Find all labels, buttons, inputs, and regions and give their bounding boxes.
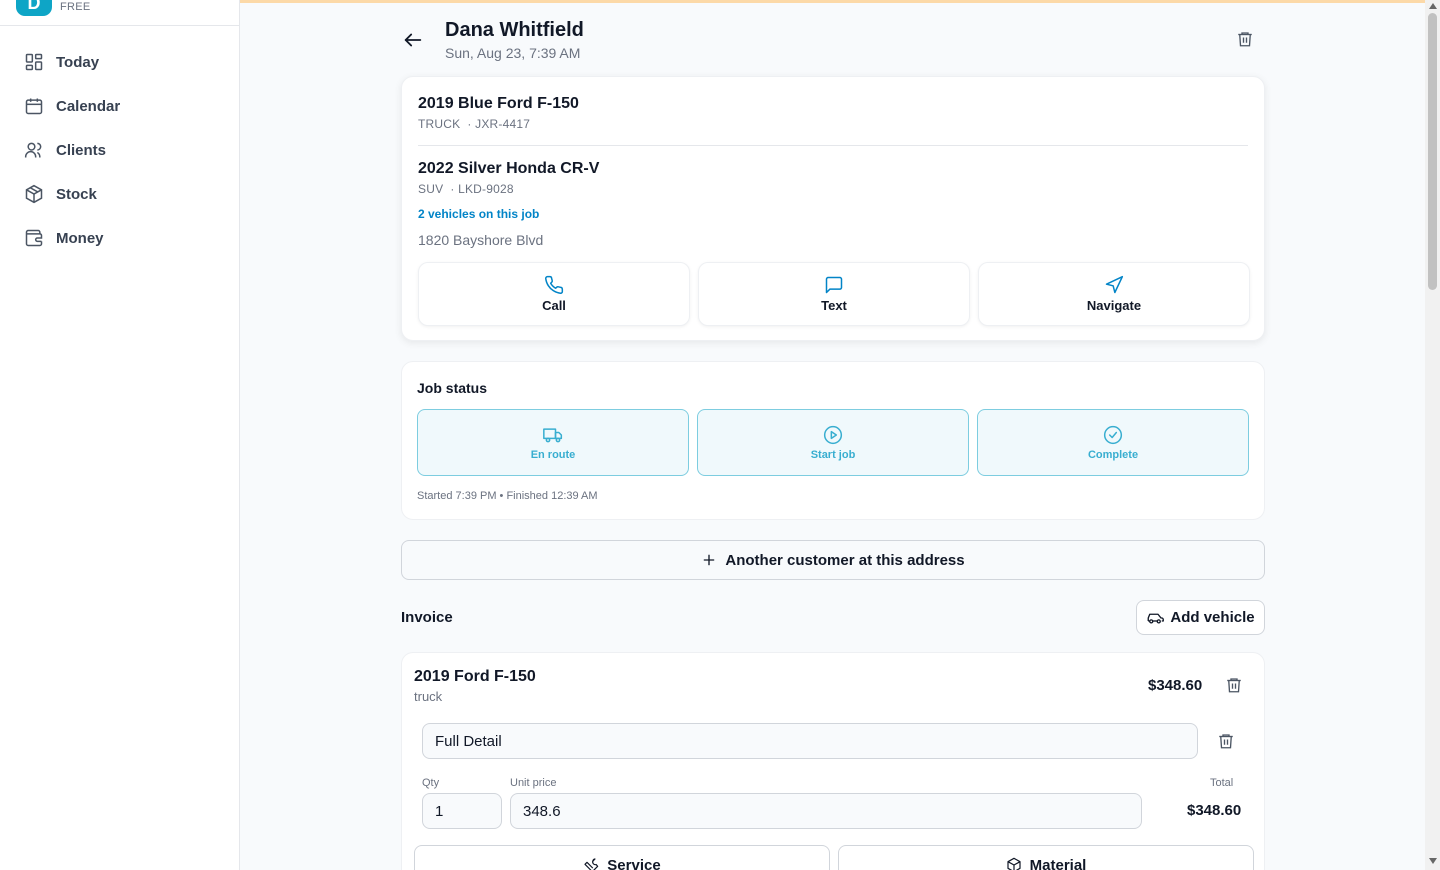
page-scrollbar[interactable]	[1425, 0, 1440, 870]
unit-price-label: Unit price	[510, 777, 557, 789]
sidebar-item-clients[interactable]: Clients	[0, 128, 239, 172]
box-icon	[1006, 857, 1022, 870]
line-item-name-input[interactable]	[422, 723, 1198, 759]
vehicle-meta: TRUCK · JXR-4417	[418, 117, 531, 131]
invoice-vehicle-type: truck	[414, 689, 443, 704]
check-circle-icon	[1103, 425, 1123, 445]
sidebar-item-label: Money	[56, 229, 104, 247]
invoice-vehicle-total: $348.60	[1148, 677, 1203, 694]
invoice-vehicle-title: 2019 Ford F-150	[414, 668, 536, 685]
call-label: Call	[542, 298, 566, 313]
dashboard-icon	[24, 52, 44, 72]
line-total: $348.60	[1187, 802, 1242, 819]
truck-icon	[543, 425, 563, 445]
status-timestamps: Started 7:39 PM • Finished 12:39 AM	[417, 490, 598, 502]
calendar-icon	[24, 96, 44, 116]
users-icon	[24, 140, 44, 160]
vehicle-item[interactable]: 2022 Silver Honda CR-V SUV · LKD-9028	[418, 160, 599, 196]
vehicle-title: 2022 Silver Honda CR-V	[418, 160, 600, 177]
sidebar-item-label: Today	[56, 53, 100, 71]
sidebar-item-label: Calendar	[56, 97, 121, 115]
sidebar: D FREE Today Calendar Clients Stock Mone…	[0, 0, 240, 870]
wrench-icon	[583, 857, 599, 870]
start-job-label: Start job	[810, 448, 856, 461]
vehicle-count-link[interactable]: 2 vehicles on this job	[418, 207, 539, 221]
sidebar-item-calendar[interactable]: Calendar	[0, 84, 239, 128]
navigate-label: Navigate	[1086, 298, 1142, 313]
play-circle-icon	[823, 425, 843, 445]
brand: D FREE	[0, 0, 239, 26]
add-vehicle-label: Add vehicle	[1170, 609, 1255, 626]
another-customer-label: Another customer at this address	[725, 551, 965, 569]
en-route-label: En route	[530, 448, 576, 461]
add-service-button[interactable]: Service	[414, 845, 830, 870]
sidebar-item-label: Stock	[56, 185, 97, 203]
another-customer-button[interactable]: Another customer at this address	[401, 540, 1265, 580]
complete-label: Complete	[1087, 448, 1139, 461]
start-job-button[interactable]: Start job	[697, 409, 969, 476]
sidebar-nav: Today Calendar Clients Stock Money	[0, 26, 239, 260]
job-address: 1820 Bayshore Blvd	[418, 232, 544, 248]
complete-button[interactable]: Complete	[977, 409, 1249, 476]
en-route-button[interactable]: En route	[417, 409, 689, 476]
car-icon	[1146, 609, 1165, 627]
sidebar-item-money[interactable]: Money	[0, 216, 239, 260]
scroll-up-arrow[interactable]	[1429, 3, 1437, 9]
vehicle-item[interactable]: 2019 Blue Ford F-150 TRUCK · JXR-4417	[418, 95, 579, 131]
job-date: Sun, Aug 23, 7:39 AM	[445, 45, 581, 61]
scroll-thumb[interactable]	[1428, 13, 1437, 290]
qty-label: Qty	[422, 777, 440, 789]
plan-badge: FREE	[60, 1, 91, 13]
job-header: Dana Whitfield Sun, Aug 23, 7:39 AM	[400, 0, 1266, 76]
text-button[interactable]: Text	[698, 262, 970, 326]
vehicle-type: SUV	[418, 182, 444, 196]
service-label: Service	[607, 856, 661, 870]
sidebar-item-today[interactable]: Today	[0, 40, 239, 84]
divider	[418, 145, 1248, 146]
page-title: Dana Whitfield	[445, 19, 584, 41]
vehicle-plate: LKD-9028	[458, 182, 514, 196]
trash-icon[interactable]	[1225, 676, 1243, 694]
box-icon	[24, 184, 44, 204]
material-label: Material	[1029, 856, 1087, 870]
vehicle-title: 2019 Blue Ford F-150	[418, 95, 579, 112]
trash-icon[interactable]	[1236, 30, 1254, 48]
status-buttons: En route Start job Complete	[417, 409, 1249, 476]
vehicles-card: 2019 Blue Ford F-150 TRUCK · JXR-4417 20…	[401, 76, 1265, 341]
contact-actions: Call Text Navigate	[418, 262, 1250, 326]
navigate-button[interactable]: Navigate	[978, 262, 1250, 326]
invoice-vehicle-card: 2019 Ford F-150 truck $348.60 Qty Unit p…	[401, 652, 1265, 870]
trash-icon[interactable]	[1217, 732, 1235, 750]
add-vehicle-button[interactable]: Add vehicle	[1136, 600, 1265, 635]
qty-input[interactable]	[422, 793, 502, 829]
plus-icon	[701, 552, 717, 568]
total-label: Total	[1210, 777, 1234, 789]
job-detail: Dana Whitfield Sun, Aug 23, 7:39 AM 2019…	[400, 0, 1266, 870]
brand-logo[interactable]: D	[16, 0, 52, 16]
text-label: Text	[821, 298, 847, 313]
sidebar-item-stock[interactable]: Stock	[0, 172, 239, 216]
vehicle-plate: JXR-4417	[475, 117, 531, 131]
message-icon	[824, 275, 844, 295]
vehicle-meta: SUV · LKD-9028	[418, 182, 514, 196]
back-arrow-icon[interactable]	[402, 29, 424, 51]
phone-icon	[544, 275, 564, 295]
vehicle-type: TRUCK	[418, 117, 461, 131]
section-title: Job status	[417, 380, 488, 396]
call-button[interactable]: Call	[418, 262, 690, 326]
wallet-icon	[24, 228, 44, 248]
sidebar-item-label: Clients	[56, 141, 107, 159]
invoice-title: Invoice	[401, 609, 453, 626]
add-material-button[interactable]: Material	[838, 845, 1254, 870]
navigation-arrow-icon	[1104, 275, 1124, 295]
job-status-card: Job status En route Start job Complete S…	[401, 361, 1265, 520]
scroll-down-arrow[interactable]	[1429, 858, 1437, 864]
unit-price-input[interactable]	[510, 793, 1142, 829]
